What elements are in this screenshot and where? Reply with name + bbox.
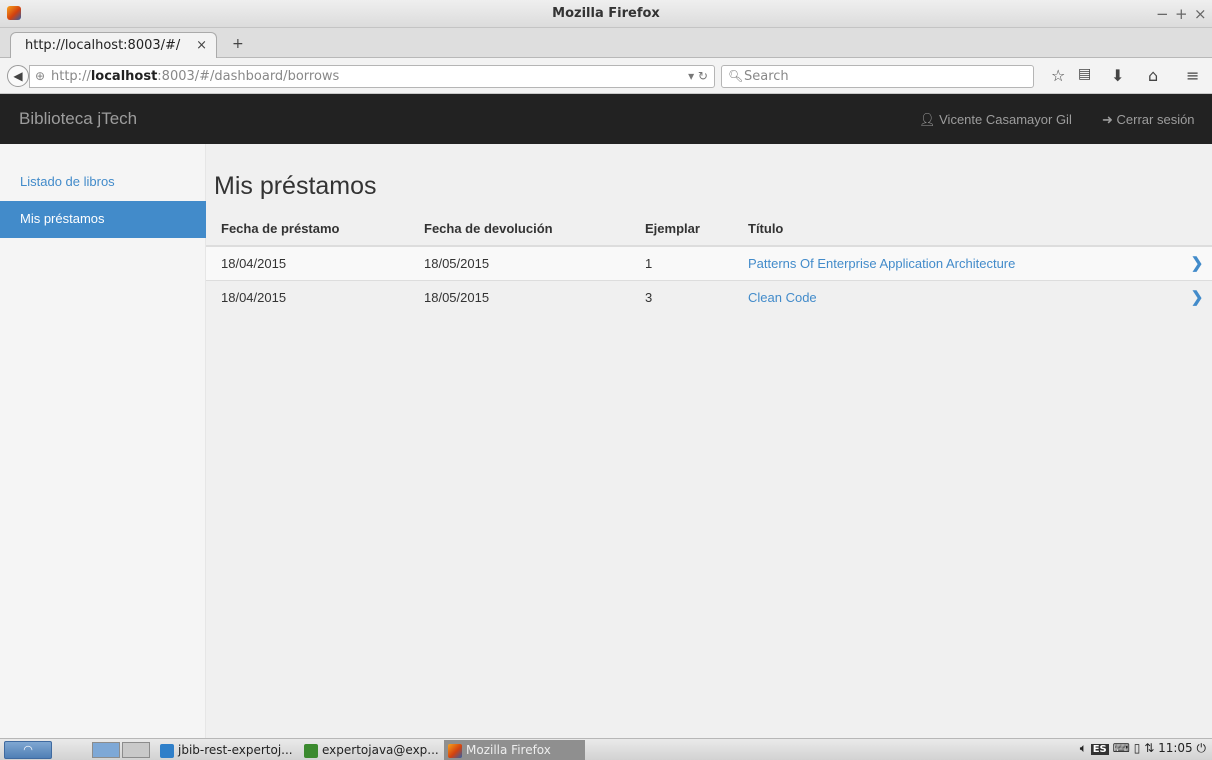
book-title-link[interactable]: Patterns Of Enterprise Application Archi…: [733, 245, 1182, 280]
browser-tab[interactable]: http://localhost:8003/#/ ×: [10, 32, 217, 59]
page-title: Mis préstamos: [214, 172, 377, 200]
network-icon[interactable]: ⇅: [1144, 741, 1154, 755]
new-tab-button[interactable]: +: [232, 36, 244, 52]
search-placeholder: Search: [744, 69, 789, 84]
menu-icon[interactable]: ≡: [1186, 66, 1199, 85]
system-tray: 🔈︎ ES ⌨ ▯ ⇅ 11:05 ⏻: [1080, 741, 1206, 756]
column-header-fecha-prestamo: Fecha de préstamo: [206, 212, 409, 247]
cell-fecha-devolucion: 18/05/2015: [409, 245, 630, 280]
taskbar-item-ide[interactable]: jbib-rest-expertoj...: [160, 740, 293, 760]
reload-icon[interactable]: ▾ ↻: [688, 69, 708, 83]
navigation-toolbar: ◀ ⊕ http://localhost:8003/#/dashboard/bo…: [0, 58, 1212, 94]
taskbar-item-label: Mozilla Firefox: [466, 743, 551, 757]
workspace-2-button[interactable]: [122, 742, 150, 758]
logout-label: Cerrar sesión: [1116, 112, 1195, 127]
star-icon[interactable]: ☆: [1051, 66, 1065, 85]
sidebar-item-listado-libros[interactable]: Listado de libros: [0, 164, 206, 201]
chevron-right-icon[interactable]: ❯: [1182, 245, 1212, 280]
borrows-table: Fecha de préstamo Fecha de devolución Ej…: [206, 212, 1212, 314]
search-icon: 🔍︎: [728, 69, 744, 83]
taskbar-item-firefox[interactable]: Mozilla Firefox: [444, 740, 585, 760]
user-icon: 👤︎: [919, 112, 940, 127]
user-link[interactable]: 👤︎ Vicente Casamayor Gil: [919, 112, 1072, 128]
keyboard-layout-badge[interactable]: ES: [1090, 744, 1109, 755]
column-header-titulo: Título: [733, 212, 1182, 247]
table-row[interactable]: 18/04/2015 18/05/2015 3 Clean Code ❯: [206, 279, 1212, 314]
globe-icon: ⊕: [35, 69, 46, 83]
download-icon[interactable]: ⬇: [1111, 66, 1124, 85]
home-icon[interactable]: ⌂: [1148, 66, 1158, 85]
volume-icon[interactable]: 🔈︎: [1080, 741, 1087, 755]
close-window-button[interactable]: ×: [1194, 5, 1207, 23]
firefox-window: Mozilla Firefox − + × http://localhost:8…: [0, 0, 1212, 760]
table-header-row: Fecha de préstamo Fecha de devolución Ej…: [206, 212, 1212, 247]
window-titlebar: Mozilla Firefox − + ×: [0, 0, 1212, 28]
taskbar: ◠ jbib-rest-expertoj... expertojava@exp.…: [0, 738, 1212, 760]
workspace-1-button[interactable]: [92, 742, 120, 758]
page-viewport: Biblioteca jTech 👤︎ Vicente Casamayor Gi…: [0, 94, 1212, 738]
reading-list-icon[interactable]: ▤: [1078, 66, 1091, 82]
tab-close-icon[interactable]: ×: [196, 38, 207, 53]
logout-icon: ➜: [1102, 112, 1117, 127]
column-header-fecha-devolucion: Fecha de devolución: [409, 212, 630, 247]
cell-fecha-devolucion: 18/05/2015: [409, 279, 630, 314]
keyboard-icon[interactable]: ⌨: [1113, 741, 1130, 755]
cell-ejemplar: 3: [630, 279, 733, 314]
window-title: Mozilla Firefox: [552, 6, 660, 21]
terminal-icon: [304, 743, 318, 758]
minimize-button[interactable]: −: [1156, 5, 1169, 23]
column-header-actions: [1182, 212, 1212, 247]
battery-icon[interactable]: ▯: [1134, 741, 1141, 755]
start-menu-button[interactable]: ◠: [4, 741, 52, 759]
logout-link[interactable]: ➜ Cerrar sesión: [1102, 112, 1195, 128]
url-text: http://localhost:8003/#/dashboard/borrow…: [51, 69, 340, 84]
back-button[interactable]: ◀: [7, 65, 29, 87]
clock[interactable]: 11:05: [1158, 741, 1193, 755]
cell-fecha-prestamo: 18/04/2015: [206, 279, 409, 314]
cell-ejemplar: 1: [630, 245, 733, 280]
tab-title: http://localhost:8003/#/: [25, 38, 181, 53]
brand-link[interactable]: Biblioteca jTech: [19, 109, 137, 129]
cell-fecha-prestamo: 18/04/2015: [206, 245, 409, 280]
chevron-right-icon[interactable]: ❯: [1182, 279, 1212, 314]
ide-icon: [160, 743, 174, 758]
taskbar-item-label: jbib-rest-expertoj...: [178, 743, 293, 757]
power-icon[interactable]: ⏻: [1197, 741, 1207, 755]
column-header-ejemplar: Ejemplar: [630, 212, 733, 247]
book-title-link[interactable]: Clean Code: [733, 279, 1182, 314]
url-bar[interactable]: ⊕ http://localhost:8003/#/dashboard/borr…: [29, 65, 715, 88]
sidebar-item-mis-prestamos[interactable]: Mis préstamos: [0, 201, 206, 238]
taskbar-item-terminal[interactable]: expertojava@exp...: [304, 740, 439, 760]
tab-strip: http://localhost:8003/#/ × +: [0, 28, 1212, 59]
search-bar[interactable]: 🔍︎ Search: [721, 65, 1034, 88]
sidebar: Listado de libros Mis préstamos: [0, 144, 206, 738]
app-navbar: Biblioteca jTech 👤︎ Vicente Casamayor Gi…: [0, 94, 1212, 144]
user-name: Vicente Casamayor Gil: [939, 112, 1072, 127]
main-content: Mis préstamos Fecha de préstamo Fecha de…: [206, 144, 1212, 738]
maximize-button[interactable]: +: [1175, 5, 1188, 23]
firefox-icon: [448, 743, 462, 758]
taskbar-item-label: expertojava@exp...: [322, 743, 439, 757]
table-row[interactable]: 18/04/2015 18/05/2015 1 Patterns Of Ente…: [206, 245, 1212, 280]
